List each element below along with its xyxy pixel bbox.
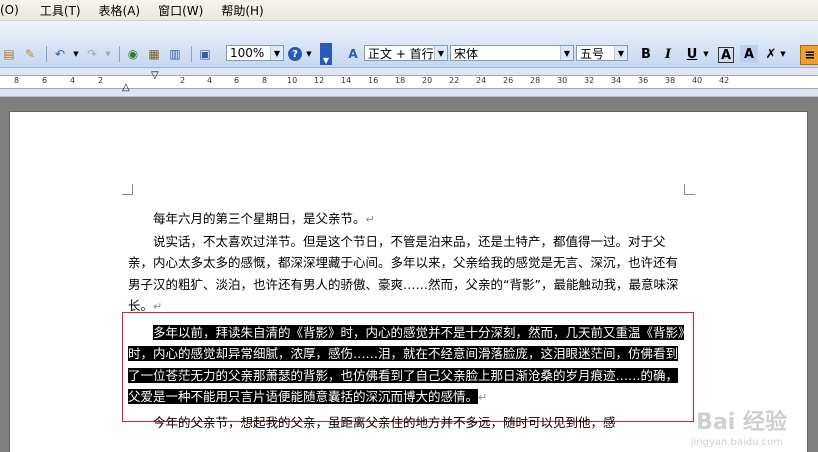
paragraph-text: 说实话，不太喜欢过洋节。但是这个节日，不管是泊来品，还是土特产，都值得一过。对于… [128, 233, 679, 314]
ruler-number: 24 [476, 76, 487, 85]
redo-icon[interactable]: ↷ [83, 45, 101, 63]
ruler-number: 40 [692, 76, 703, 85]
font-name-combo[interactable]: 宋体 ▼ [450, 45, 574, 61]
ruler-number: 2 [180, 76, 186, 85]
ruler-number: 14 [341, 76, 352, 85]
zoom-value: 100% [230, 46, 265, 60]
paragraph[interactable]: 说实话，不太喜欢过洋节。但是这个节日，不管是泊来品，还是土特产，都值得一过。对于… [128, 231, 686, 318]
paragraph[interactable]: 每年六月的第三个星期日，是父亲节。↵ [128, 208, 686, 231]
ruler-number: 22 [449, 76, 460, 85]
menu-item-view-tail[interactable]: (O) [0, 3, 31, 17]
ruler-number: 10 [287, 76, 298, 85]
document-body[interactable]: 每年六月的第三个星期日，是父亲节。↵ 说实话，不太喜欢过洋节。但是这个节日，不管… [128, 208, 686, 433]
ruler-number: 4 [70, 76, 76, 85]
insert-table-icon[interactable]: ▥ [166, 45, 184, 63]
tables-borders-icon[interactable]: ▦ [145, 45, 163, 63]
redo-dropdown-icon[interactable]: ▼ [104, 45, 112, 63]
char-shading-button[interactable]: A [740, 45, 758, 63]
paragraph-mark: ↵ [478, 391, 488, 404]
font-name-value: 宋体 [454, 46, 479, 61]
paragraph[interactable]: 今年的父亲节，想起我的父亲，虽距离父亲住的地方并不多远，随时可以见到他，感 [128, 412, 686, 434]
zoom-combo[interactable]: 100% ▼ [226, 45, 284, 61]
toolbar-options-icon[interactable]: ▼ [320, 43, 332, 65]
font-size-value: 五号 [580, 46, 605, 61]
ruler-number: 30 [557, 76, 568, 85]
hyperlink-icon[interactable]: ◉ [124, 45, 142, 63]
menu-item-window[interactable]: 窗口(W) [149, 2, 212, 19]
bold-button[interactable]: B [637, 45, 655, 63]
ruler-number: 4 [207, 76, 213, 85]
highlight-dropdown-icon[interactable]: ▼ [778, 45, 788, 63]
menu-item-help[interactable]: 帮助(H) [212, 2, 272, 19]
paragraph-text: 每年六月的第三个星期日，是父亲节。 [153, 211, 366, 226]
align-left-icon[interactable]: ≡ [800, 45, 818, 65]
paragraph-selected[interactable]: 多年以前，拜读朱自清的《背影》时，内心的感觉并不是十分深刻，然而，几天前又重温《… [128, 322, 686, 409]
crop-mark [684, 184, 695, 195]
ruler-number: 12 [314, 76, 325, 85]
help-icon[interactable]: ? [288, 47, 302, 61]
paragraph-mark: ↵ [365, 213, 375, 226]
undo-icon[interactable]: ↶ [51, 45, 69, 63]
ruler-number: 8 [262, 76, 268, 85]
chevron-down-icon[interactable]: ▼ [560, 46, 573, 60]
styles-formatting-icon[interactable]: A [344, 45, 362, 63]
font-size-combo[interactable]: 五号 ▼ [576, 45, 628, 61]
ruler-number: 16 [368, 76, 379, 85]
toolbar-separator [191, 46, 192, 62]
help-group: ? ▼ [288, 44, 316, 64]
watermark-logo: Bai 经验 [696, 410, 787, 435]
ruler-number: 18 [395, 76, 406, 85]
chevron-down-icon[interactable]: ▼ [614, 46, 627, 60]
toolbar-separator [46, 46, 47, 62]
ruler-number: 32 [584, 76, 595, 85]
italic-button[interactable]: I [659, 45, 677, 63]
ruler-number: 42 [719, 76, 730, 85]
help-dropdown-icon[interactable]: ▼ [305, 45, 313, 63]
format-painter-icon[interactable]: ✎ [21, 45, 39, 63]
ruler-number: 8 [14, 76, 20, 85]
undo-dropdown-icon[interactable]: ▼ [72, 45, 80, 63]
ruler-number: 6 [234, 76, 240, 85]
hanging-indent-marker[interactable]: △ [122, 82, 130, 93]
underline-button[interactable]: U [683, 45, 701, 63]
paste-icon[interactable]: ▤ [0, 45, 18, 63]
standard-toolbar: ▤ ✎ ↶ ▼ ↷ ▼ ◉ ▦ ▥ ▣ [0, 44, 217, 64]
ruler-number: 26 [503, 76, 514, 85]
document-page[interactable]: 每年六月的第三个星期日，是父亲节。↵ 说实话，不太喜欢过洋节。但是这个节日，不管… [9, 111, 808, 452]
chevron-down-icon[interactable]: ▼ [434, 46, 447, 60]
first-line-indent-marker[interactable]: ▽ [151, 70, 159, 81]
paragraph-mark: ↵ [153, 300, 163, 313]
ruler-number: 6 [42, 76, 48, 85]
ruler-number: 34 [611, 76, 622, 85]
style-combo[interactable]: 正文 + 首行 ▼ [364, 45, 448, 61]
selected-text: 多年以前，拜读朱自清的《背影》时，内心的感觉并不是十分深刻，然而，几天前又重温《… [128, 324, 685, 404]
underline-dropdown-icon[interactable]: ▼ [701, 45, 711, 63]
toolbar-separator [119, 46, 120, 62]
ruler-number: 2 [98, 76, 104, 85]
menu-item-table[interactable]: 表格(A) [90, 2, 150, 19]
horizontal-ruler[interactable]: 8 6 4 2 2 4 6 8 10 12 14 16 18 20 22 24 … [0, 68, 818, 97]
chevron-down-icon[interactable]: ▼ [270, 46, 283, 60]
style-value: 正文 + 首行 [368, 46, 434, 61]
document-map-icon[interactable]: ▣ [196, 45, 214, 63]
ruler-number: 38 [665, 76, 676, 85]
char-border-button[interactable]: A [718, 47, 734, 63]
ruler-number: 28 [530, 76, 541, 85]
crop-mark [122, 184, 133, 195]
menu-bar: (O) 工具(T) 表格(A) 窗口(W) 帮助(H) [0, 0, 818, 21]
menu-item-tools[interactable]: 工具(T) [31, 2, 90, 19]
ruler-number: 36 [638, 76, 649, 85]
toolbar: ▤ ✎ ↶ ▼ ↷ ▼ ◉ ▦ ▥ ▣ 100% ▼ ? ▼ ▼ A 正文 + … [0, 21, 818, 68]
paragraph-text: 今年的父亲节，想起我的父亲，虽距离父亲住的地方并不多远，随时可以见到他，感 [153, 414, 616, 430]
ruler-number: 20 [422, 76, 433, 85]
